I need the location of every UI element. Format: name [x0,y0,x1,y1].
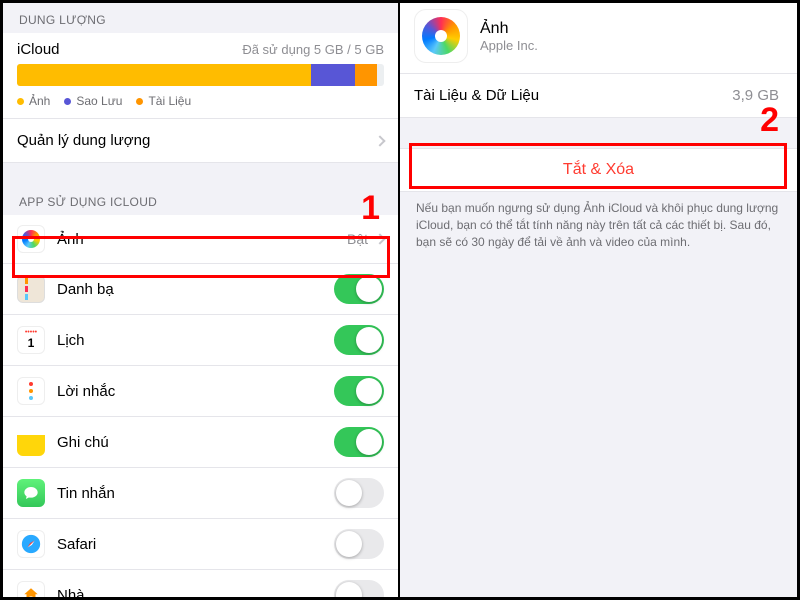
app-messages-label: Tin nhắn [57,485,334,502]
icloud-usage: Đã sử dụng 5 GB / 5 GB [242,42,384,57]
storage-header: DUNG LƯỢNG [3,3,398,33]
app-row-reminders[interactable]: Lời nhắc [3,366,398,417]
chevron-right-icon [374,135,385,146]
toggle-reminders[interactable] [334,376,384,406]
manage-storage-row[interactable]: Quản lý dung lượng [3,119,398,163]
legend-dot-backup [64,98,71,105]
icloud-label: iCloud [17,41,60,58]
pane-storage-settings: DUNG LƯỢNG iCloud Đã sử dụng 5 GB / 5 GB… [3,3,400,597]
pane-photos-detail: Ảnh Apple Inc. Tài Liệu & Dữ Liệu 3,9 GB… [400,3,797,597]
home-icon [17,581,45,597]
app-detail-vendor: Apple Inc. [480,38,538,53]
notes-icon [17,428,45,456]
app-photos-value: Bật [347,231,368,247]
documents-data-label: Tài Liệu & Dữ Liệu [414,87,732,104]
app-row-photos[interactable]: Ảnh Bật [3,215,398,264]
photos-icon [17,225,45,253]
chevron-right-icon [374,233,385,244]
app-safari-label: Safari [57,536,334,553]
legend-dot-docs [136,98,143,105]
disable-delete-footer: Nếu bạn muốn ngưng sử dụng Ảnh iCloud và… [400,192,797,258]
legend-photos: Ảnh [29,94,50,108]
storage-summary: iCloud Đã sử dụng 5 GB / 5 GB Ảnh Sao Lư… [3,33,398,119]
storage-segment-backup [311,64,355,86]
app-row-notes[interactable]: Ghi chú [3,417,398,468]
documents-data-size: 3,9 GB [732,87,779,104]
safari-icon [17,530,45,558]
storage-bar [17,64,384,86]
apps-using-icloud-header: APP SỬ DỤNG ICLOUD [3,185,398,215]
contacts-icon [17,275,45,303]
toggle-contacts[interactable] [334,274,384,304]
storage-legend: Ảnh Sao Lưu Tài Liệu [3,94,398,119]
legend-dot-photos [17,98,24,105]
toggle-safari[interactable] [334,529,384,559]
app-row-safari[interactable]: Safari [3,519,398,570]
messages-icon [17,479,45,507]
legend-docs: Tài Liệu [148,94,191,108]
app-contacts-label: Danh bạ [57,281,334,298]
calendar-icon: •••••1 [17,326,45,354]
toggle-messages[interactable] [334,478,384,508]
manage-storage-label: Quản lý dung lượng [17,132,372,149]
app-row-messages[interactable]: Tin nhắn [3,468,398,519]
app-row-home[interactable]: Nhà [3,570,398,597]
app-detail-title: Ảnh [480,20,538,38]
documents-data-row: Tài Liệu & Dữ Liệu 3,9 GB [400,74,797,118]
storage-segment-docs [355,64,377,86]
disable-and-delete-button[interactable]: Tắt & Xóa [400,148,797,192]
reminders-icon [17,377,45,405]
storage-segment-photos [17,64,311,86]
app-reminders-label: Lời nhắc [57,383,334,400]
app-home-label: Nhà [57,587,334,598]
toggle-notes[interactable] [334,427,384,457]
tutorial-composite: DUNG LƯỢNG iCloud Đã sử dụng 5 GB / 5 GB… [0,0,800,600]
app-row-calendar[interactable]: •••••1 Lịch [3,315,398,366]
app-calendar-label: Lịch [57,332,334,349]
disable-delete-label: Tắt & Xóa [563,161,634,178]
photos-icon [414,9,468,63]
toggle-home[interactable] [334,580,384,597]
app-detail-header: Ảnh Apple Inc. [400,3,797,74]
legend-backup: Sao Lưu [76,94,122,108]
app-notes-label: Ghi chú [57,434,334,451]
app-row-contacts[interactable]: Danh bạ [3,264,398,315]
app-photos-label: Ảnh [57,231,347,248]
toggle-calendar[interactable] [334,325,384,355]
